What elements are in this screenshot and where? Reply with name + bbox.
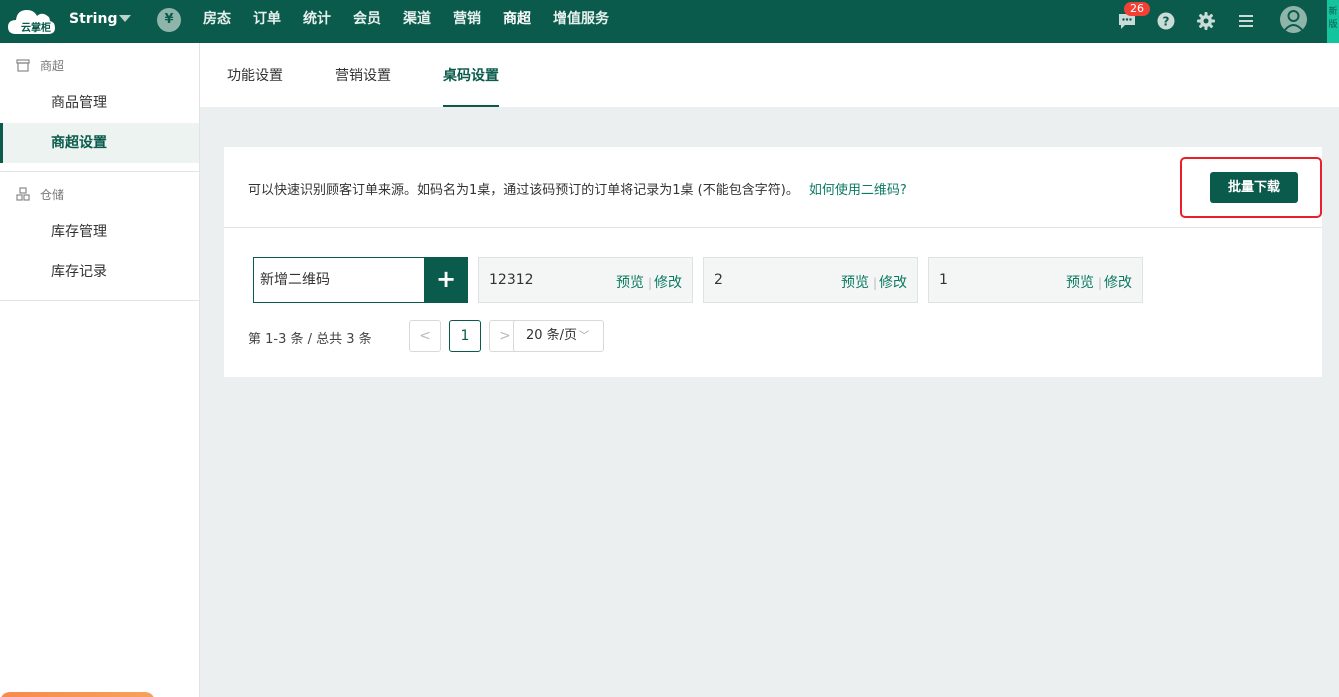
qr-item-actions: 预览 | 修改: [841, 272, 907, 292]
sidebar-group-warehouse: 仓储: [0, 174, 199, 214]
nav-item-channels[interactable]: 渠道: [403, 0, 431, 43]
batch-download-button[interactable]: 批量下载: [1210, 172, 1298, 203]
sidebar-divider: [0, 300, 199, 301]
main-content: 可以快速识别顾客订单来源。如码名为1桌，通过该码预订的订单将记录为1桌 (不能包…: [200, 107, 1339, 697]
prev-page-button[interactable]: <: [409, 320, 441, 352]
add-qr-button[interactable]: +: [424, 258, 468, 302]
qr-help-link[interactable]: 如何使用二维码?: [809, 183, 907, 198]
sidebar-group-store: 商超: [0, 45, 199, 85]
app-logo[interactable]: 云掌柜: [6, 4, 56, 38]
user-avatar[interactable]: [1280, 6, 1307, 33]
sidebar-item-store-settings[interactable]: 商超设置: [0, 123, 199, 163]
promo-bar[interactable]: [0, 692, 155, 697]
qr-edit-link[interactable]: 修改: [1104, 275, 1132, 291]
menu-icon[interactable]: [1236, 11, 1256, 31]
card-header: 可以快速识别顾客订单来源。如码名为1桌，通过该码预订的订单将记录为1桌 (不能包…: [224, 147, 1322, 228]
top-bar: 云掌柜 String ¥ 房态 订单 统计 会员 渠道 营销 商超 增值服务 2…: [0, 0, 1339, 43]
qr-action-separator: |: [872, 276, 877, 290]
tab-table-code-settings[interactable]: 桌码设置: [443, 43, 499, 107]
store-icon: [16, 59, 30, 72]
qr-item: 12312 预览 | 修改: [478, 257, 693, 303]
qr-item-name: 12312: [489, 272, 534, 288]
nav-item-marketing[interactable]: 营销: [453, 0, 481, 43]
settings-gear-icon[interactable]: [1196, 11, 1216, 31]
qr-hint-text: 可以快速识别顾客订单来源。如码名为1桌，通过该码预订的订单将记录为1桌 (不能包…: [248, 183, 799, 198]
qr-action-separator: |: [647, 276, 652, 290]
qr-preview-link[interactable]: 预览: [616, 275, 644, 291]
new-version-strip[interactable]: 新版: [1327, 0, 1339, 43]
qr-item: 1 预览 | 修改: [928, 257, 1143, 303]
qr-item-actions: 预览 | 修改: [616, 272, 682, 292]
sidebar-item-product-management[interactable]: 商品管理: [0, 83, 199, 123]
qr-preview-link[interactable]: 预览: [1066, 275, 1094, 291]
page-size-select[interactable]: 20 条/页 ﹀: [513, 320, 604, 352]
pagination-total: 第 1-3 条 / 总共 3 条: [248, 332, 372, 347]
qr-action-separator: |: [1097, 276, 1102, 290]
nav-item-value-added[interactable]: 增值服务: [553, 0, 609, 43]
yen-icon[interactable]: ¥: [157, 8, 181, 32]
message-count-badge: 26: [1124, 2, 1150, 16]
new-qr-input[interactable]: [254, 258, 424, 302]
qr-item-name: 1: [939, 272, 948, 288]
nav-item-store[interactable]: 商超: [503, 0, 531, 43]
sidebar-group-label: 仓储: [40, 188, 65, 202]
table-code-card: 可以快速识别顾客订单来源。如码名为1桌，通过该码预订的订单将记录为1桌 (不能包…: [224, 147, 1322, 377]
nav-item-statistics[interactable]: 统计: [303, 0, 331, 43]
qr-edit-link[interactable]: 修改: [879, 275, 907, 291]
help-icon[interactable]: ?: [1156, 11, 1176, 31]
qr-item-name: 2: [714, 272, 723, 288]
tab-function-settings[interactable]: 功能设置: [227, 43, 283, 107]
nav-item-orders[interactable]: 订单: [253, 0, 281, 43]
new-qr-group: +: [253, 257, 468, 303]
svg-text:?: ?: [1163, 15, 1170, 29]
qr-edit-link[interactable]: 修改: [654, 275, 682, 291]
sidebar-divider: [0, 171, 199, 172]
user-icon: [1283, 10, 1304, 32]
settings-tabs: 功能设置 营销设置 桌码设置: [200, 43, 1339, 107]
tab-marketing-settings[interactable]: 营销设置: [335, 43, 391, 107]
qr-item-actions: 预览 | 修改: [1066, 272, 1132, 292]
logo-text: 云掌柜: [21, 23, 51, 34]
chevron-down-icon: ﹀: [579, 331, 590, 342]
qr-item: 2 预览 | 修改: [703, 257, 918, 303]
sidebar: 商超 商品管理 商超设置 仓储 库存管理 库存记录: [0, 43, 200, 697]
nav-item-members[interactable]: 会员: [353, 0, 381, 43]
qr-hint: 可以快速识别顾客订单来源。如码名为1桌，通过该码预订的订单将记录为1桌 (不能包…: [248, 179, 907, 198]
warehouse-icon: [16, 187, 30, 201]
sidebar-item-inventory-records[interactable]: 库存记录: [0, 252, 199, 292]
page-size-value: 20 条/页: [526, 328, 578, 343]
main-nav: 房态 订单 统计 会员 渠道 营销 商超 增值服务: [203, 0, 631, 43]
store-name[interactable]: String: [69, 11, 117, 27]
sidebar-group-label: 商超: [40, 59, 65, 73]
store-caret-down-icon[interactable]: [119, 15, 131, 22]
nav-item-room-status[interactable]: 房态: [203, 0, 231, 43]
sidebar-item-inventory-management[interactable]: 库存管理: [0, 212, 199, 252]
page-1-button[interactable]: 1: [449, 320, 481, 352]
qr-preview-link[interactable]: 预览: [841, 275, 869, 291]
